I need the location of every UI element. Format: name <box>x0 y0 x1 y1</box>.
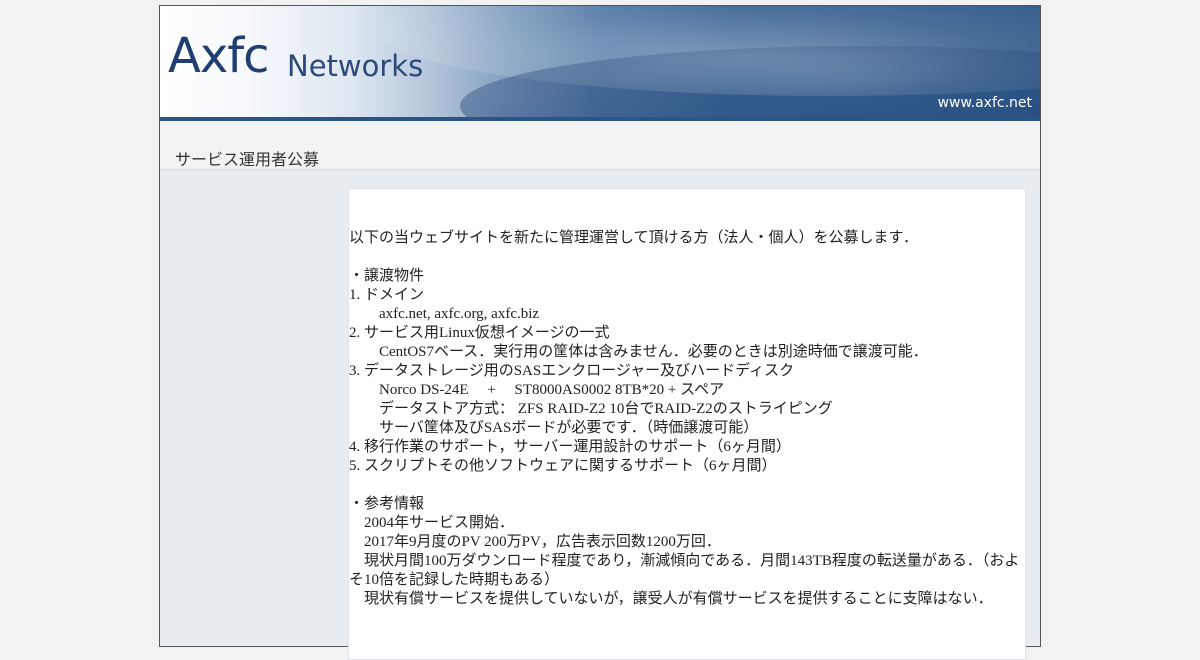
page-frame: Axfc Networks www.axfc.net サービス運用者公募 以下の… <box>159 5 1041 660</box>
site-url: www.axfc.net <box>937 95 1032 111</box>
reference-line: 2004年サービス開始． <box>349 515 515 531</box>
list-item: 5. スクリプトその他ソフトウェアに関するサポート（6ヶ月間） <box>349 458 777 474</box>
list-item-detail: データストア方式： ZFS RAID-Z2 10台でRAID-Z2のストライピン… <box>349 401 833 417</box>
list-item-detail: Norco DS-24E + ST8000AS0002 8TB*20 + スペア <box>349 382 725 398</box>
reference-line: 現状月間100万ダウンロード程度であり，漸減傾向である．月間143TB程度の転送… <box>349 553 1020 588</box>
transfer-heading: ・譲渡物件 <box>349 268 425 284</box>
intro-text: 以下の当ウェブサイトを新たに管理運営して頂ける方（法人・個人）を公募します． <box>349 230 918 246</box>
page-title: サービス運用者公募 <box>175 150 320 169</box>
reference-line: 2017年9月度のPV 200万PV，広告表示回数1200万回． <box>349 534 721 550</box>
site-logo[interactable]: Axfc <box>168 28 270 84</box>
site-logo-subtitle: Networks <box>287 49 424 83</box>
list-item-detail: axfc.net, axfc.org, axfc.biz <box>349 306 540 322</box>
reference-heading: ・参考情報 <box>349 496 425 512</box>
reference-line: 現状有償サービスを提供していないが，譲受人が有償サービスを提供することに支障はな… <box>349 591 993 607</box>
list-item: 1. ドメイン <box>349 287 425 303</box>
list-item-detail: サーバ筐体及びSASボードが必要です．（時価譲渡可能） <box>349 420 759 436</box>
announcement-text: 以下の当ウェブサイトを新たに管理運営して頂ける方（法人・個人）を公募します． ・… <box>349 229 1021 609</box>
main-content: 以下の当ウェブサイトを新たに管理運営して頂ける方（法人・個人）を公募します． ・… <box>348 188 1026 660</box>
header-banner: Axfc Networks www.axfc.net <box>160 6 1040 120</box>
list-item: 4. 移行作業のサポート，サーバー運用設計のサポート（6ヶ月間） <box>349 439 791 455</box>
list-item: 2. サービス用Linux仮想イメージの一式 <box>349 325 610 341</box>
list-item: 3. データストレージ用のSASエンクロージャー及びハードディスク <box>349 363 795 379</box>
list-item-detail: CentOS7ベース．実行用の筐体は含みません．必要のときは別途時価で譲渡可能． <box>349 344 928 360</box>
